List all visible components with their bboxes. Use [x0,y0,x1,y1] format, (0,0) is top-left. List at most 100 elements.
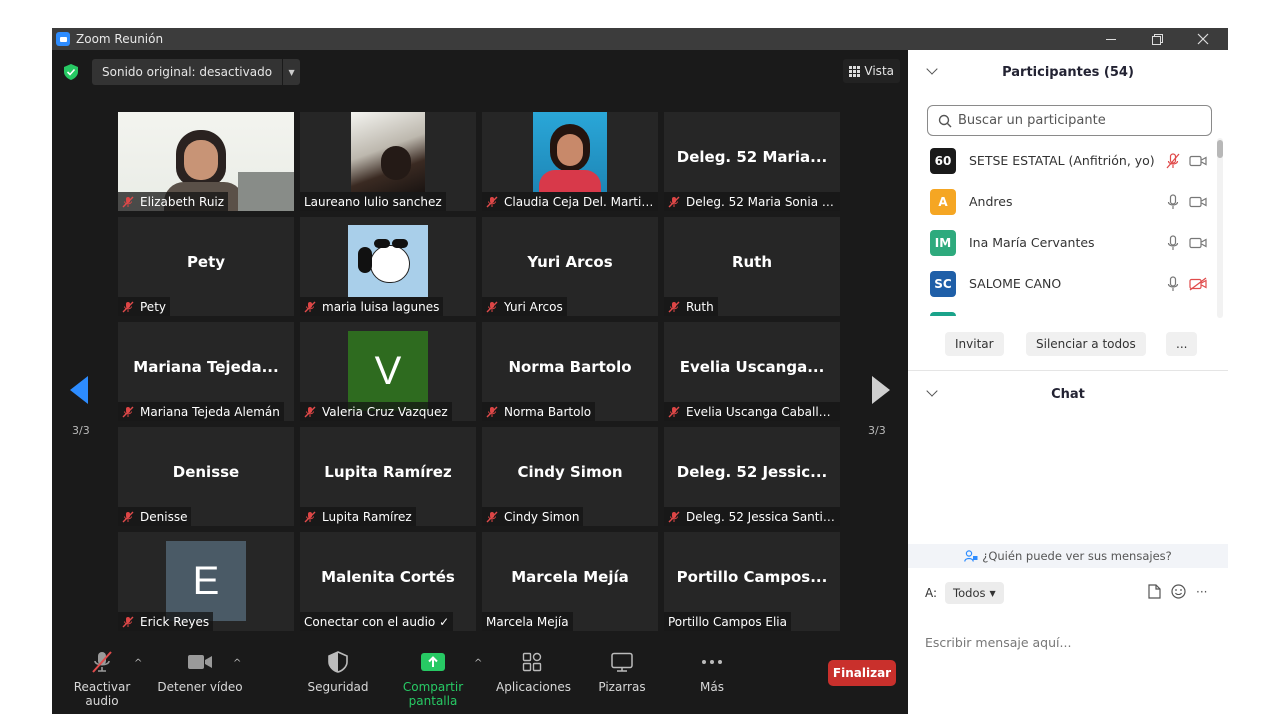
restore-button[interactable] [1134,28,1180,50]
participant-name: Cindy Simon [504,509,580,524]
participant-tile[interactable]: Pety Pety [118,217,294,316]
participant-name: Lupita Ramírez [322,509,412,524]
next-page-arrow-icon[interactable] [872,376,890,404]
audio-options-caret-icon[interactable]: ^ [134,658,142,669]
stop-video-label: Detener vídeo [157,680,243,694]
participant-name: Denisse [140,509,188,524]
participant-tile[interactable]: Portillo Campos... Portillo Campos Elia [664,532,840,631]
participant-list-row[interactable]: A Andres [908,181,1220,222]
participant-list-name: Ina María Cervantes [969,235,1095,250]
microphone-muted-icon [668,301,680,312]
end-meeting-button[interactable]: Finalizar [828,660,896,686]
participant-name: Deleg. 52 Maria Sonia Fl... [686,194,836,209]
participant-name: Yuri Arcos [504,299,563,314]
encryption-shield-icon[interactable] [64,64,78,80]
whiteboard-icon [611,652,633,672]
recipient-select[interactable]: Todos ▼ [945,582,1004,604]
chevron-down-icon[interactable]: ▼ [282,59,300,85]
participant-name-label: Cindy Simon [482,507,584,526]
who-can-see-text: ¿Quién puede ver sus mensajes? [982,549,1172,563]
microphone-icon[interactable] [1166,275,1180,292]
video-options-caret-icon[interactable]: ^ [233,658,241,669]
close-button[interactable] [1180,28,1226,50]
participant-list-row-partial[interactable] [930,312,956,316]
participant-tile[interactable]: Deleg. 52 Jessic... Deleg. 52 Jessica San… [664,427,840,526]
participant-tile[interactable]: Laureano lulio sanchez [300,112,476,211]
invite-button[interactable]: Invitar [945,332,1004,356]
original-sound-button[interactable]: Sonido original: desactivado ▼ [92,59,301,85]
participants-more-button[interactable]: ... [1166,332,1198,356]
microphone-muted-icon [486,196,498,207]
microphone-icon[interactable] [1166,234,1180,251]
participant-name: Evelia Uscanga Caballero [686,404,836,419]
participant-tile[interactable]: E Erick Reyes [118,532,294,631]
microphone-muted-icon[interactable] [1166,152,1180,169]
microphone-muted-icon [486,511,498,522]
whiteboards-button[interactable]: Pizarras [588,650,656,694]
minimize-button[interactable] [1088,28,1134,50]
mute-all-button[interactable]: Silenciar a todos [1026,332,1146,356]
participant-tile[interactable]: Malenita Cortés Conectar con el audio ✓ [300,532,476,631]
participant-list-row[interactable]: IM Ina María Cervantes [908,222,1220,263]
security-button[interactable]: Seguridad [302,650,374,694]
participant-name: Valeria Cruz Vazquez [322,404,448,419]
video-area: Sonido original: desactivado ▼ Vista 3/3… [52,50,908,714]
participant-name-label: Laureano lulio sanchez [300,192,446,211]
share-options-caret-icon[interactable]: ^ [474,658,482,669]
microphone-icon[interactable] [1166,193,1180,210]
collapse-chat-chevron-icon[interactable] [926,385,938,397]
participants-header[interactable]: Participantes (54) [908,50,1228,94]
collapse-participants-chevron-icon[interactable] [926,63,938,75]
view-button[interactable]: Vista [843,59,900,83]
participant-tile[interactable]: Marcela Mejía Marcela Mejía [482,532,658,631]
participant-tile[interactable]: Lupita Ramírez Lupita Ramírez [300,427,476,526]
chat-more-icon[interactable]: ··· [1196,585,1207,599]
participant-list-row[interactable]: SC SALOME CANO [908,263,1220,304]
participant-avatar: E [166,541,246,621]
microphone-muted-icon [122,301,134,312]
participant-tile[interactable]: Claudia Ceja Del. Martin... [482,112,658,211]
participant-tile[interactable]: Evelia Uscanga... Evelia Uscanga Caballer… [664,322,840,421]
minimize-icon [1106,38,1116,40]
participant-tile[interactable]: V Valeria Cruz Vazquez [300,322,476,421]
participant-list-row[interactable]: 60 SETSE ESTATAL (Anfitrión, yo) [908,140,1220,181]
participant-tile[interactable]: Denisse Denisse [118,427,294,526]
participant-tile[interactable]: Elizabeth Ruiz [118,112,294,211]
who-can-see-messages-link[interactable]: ¿Quién puede ver sus mensajes? [908,544,1228,568]
participant-list-scrollbar[interactable] [1217,138,1223,318]
more-button[interactable]: Más [682,650,742,694]
share-screen-button[interactable]: Compartir pantalla [382,650,484,708]
participant-list-scroll-thumb[interactable] [1217,140,1223,158]
stop-video-button[interactable]: Detener vídeo [156,650,244,694]
participant-tile[interactable]: Ruth Ruth [664,217,840,316]
participant-tile[interactable]: Mariana Tejeda... Mariana Tejeda Alemán [118,322,294,421]
participant-tile[interactable]: Norma Bartolo Norma Bartolo [482,322,658,421]
microphone-muted-icon [304,511,316,522]
apps-button[interactable]: Aplicaciones [496,650,571,694]
video-camera-icon[interactable] [1189,154,1207,168]
file-icon[interactable] [1148,584,1161,599]
emoji-icon[interactable] [1171,584,1186,599]
participant-tile[interactable]: maria luisa lagunes [300,217,476,316]
participant-tile[interactable]: Cindy Simon Cindy Simon [482,427,658,526]
participant-display-name: Malenita Cortés [321,568,455,586]
chat-message-input[interactable]: Escribir mensaje aquí... [925,635,1071,650]
unmute-audio-button[interactable]: Reactivar audio [60,650,144,708]
chat-header[interactable]: Chat [908,372,1228,416]
video-camera-icon[interactable] [1189,236,1207,250]
participant-name-label: maria luisa lagunes [300,297,444,316]
participant-search-input[interactable]: Buscar un participante [927,105,1212,136]
more-dots-icon [702,660,722,664]
participant-tile[interactable]: Yuri Arcos Yuri Arcos [482,217,658,316]
participant-name-label: Deleg. 52 Jessica Santia... [664,507,840,526]
participant-name: Ruth [686,299,714,314]
previous-page-arrow-icon[interactable] [70,376,88,404]
participant-name-label: Denisse [118,507,192,526]
title-bar: Zoom Reunión [52,28,1228,50]
participant-name-label: Evelia Uscanga Caballero [664,402,840,421]
participant-tile[interactable]: Deleg. 52 Maria... Deleg. 52 Maria Sonia … [664,112,840,211]
video-off-icon[interactable] [1189,276,1207,291]
video-camera-icon[interactable] [1189,195,1207,209]
participant-display-name: Mariana Tejeda... [133,358,279,376]
participant-name: maria luisa lagunes [322,299,440,314]
